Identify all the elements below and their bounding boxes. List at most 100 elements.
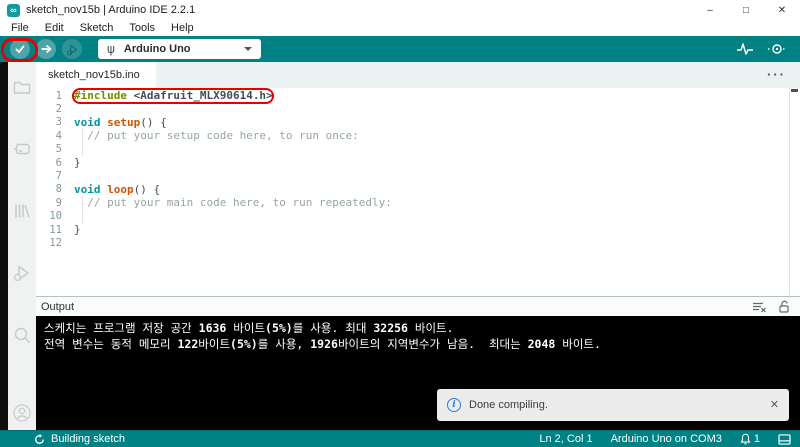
clear-output-icon[interactable] bbox=[752, 301, 767, 313]
code-line-7[interactable]: 7 bbox=[36, 169, 800, 182]
debug-icon bbox=[66, 43, 79, 56]
code-line-3[interactable]: 3 void setup() { bbox=[36, 116, 800, 129]
line-number: 6 bbox=[55, 156, 62, 169]
toast-close-icon[interactable]: ✕ bbox=[770, 397, 779, 413]
app-icon: ∞ bbox=[7, 3, 20, 17]
usb-icon: ψ bbox=[107, 42, 115, 56]
spinner-icon bbox=[34, 433, 45, 445]
toolbar: ψ Arduino Uno bbox=[0, 36, 800, 62]
line-number: 7 bbox=[55, 170, 62, 183]
console-line: 스케치는 프로그램 저장 공간 1636 바이트(5%)를 사용. 최대 322… bbox=[44, 321, 454, 335]
check-icon bbox=[14, 43, 26, 55]
activity-sidebar bbox=[8, 62, 36, 430]
output-console[interactable]: 스케치는 프로그램 저장 공간 1636 바이트(5%)를 사용. 최대 322… bbox=[36, 316, 800, 430]
menu-item-tools[interactable]: Tools bbox=[121, 22, 163, 34]
board-selector-dropdown[interactable]: ψ Arduino Uno bbox=[98, 39, 261, 59]
chevron-down-icon bbox=[244, 47, 252, 51]
code-editor[interactable]: 1 #include <Adafruit_MLX90614.h> 2 3 void se… bbox=[36, 88, 800, 296]
cursor-position[interactable]: Ln 2, Col 1 bbox=[539, 433, 592, 445]
code-line-4[interactable]: 4 // put your setup code here, to run on… bbox=[36, 129, 800, 143]
line-number: 12 bbox=[49, 236, 62, 249]
debug-button[interactable] bbox=[62, 39, 82, 59]
sidebar-item-account[interactable] bbox=[11, 402, 33, 424]
toast-message: Done compiling. bbox=[469, 399, 548, 411]
circuit-board-icon bbox=[12, 139, 32, 159]
console-line: 전역 변수는 동적 메모리 122바이트(5%)를 사용, 1926바이트의 지… bbox=[44, 337, 601, 351]
code-line-8[interactable]: 8 void loop() { bbox=[36, 183, 800, 196]
bell-icon bbox=[740, 433, 751, 445]
output-panel-header: Output bbox=[36, 296, 800, 316]
sidebar-item-sketchbook[interactable] bbox=[11, 76, 33, 98]
code-text: void loop() { bbox=[74, 182, 161, 196]
window-left-edge bbox=[0, 62, 8, 430]
output-panel-title: Output bbox=[41, 300, 75, 313]
toolbar-right-icons bbox=[736, 42, 787, 56]
code-line-1[interactable]: 1 #include <Adafruit_MLX90614.h> bbox=[36, 89, 800, 102]
done-compiling-toast: i Done compiling. ✕ bbox=[437, 389, 789, 421]
upload-button[interactable] bbox=[36, 39, 56, 59]
notifications-bell[interactable]: 1 bbox=[740, 433, 760, 445]
board-selector-label: Arduino Uno bbox=[123, 43, 191, 55]
minimize-button[interactable]: – bbox=[692, 0, 728, 20]
board-port-status[interactable]: Arduino Uno on COM3 bbox=[611, 433, 722, 445]
line-number: 1 bbox=[55, 89, 62, 102]
window-controls: – □ ✕ bbox=[692, 0, 800, 20]
sidebar-item-boards-manager[interactable] bbox=[11, 138, 33, 160]
books-icon bbox=[12, 201, 32, 221]
info-icon: i bbox=[447, 398, 461, 412]
tab-overflow-menu[interactable]: ··· bbox=[767, 68, 786, 81]
code-line-5[interactable]: 5 bbox=[36, 142, 800, 157]
code-text: #include <Adafruit_MLX90614.h> bbox=[74, 89, 273, 103]
menu-item-help[interactable]: Help bbox=[163, 22, 202, 34]
sidebar-item-search[interactable] bbox=[11, 324, 33, 346]
status-building-label: Building sketch bbox=[51, 433, 125, 445]
verify-button[interactable] bbox=[10, 39, 30, 59]
title-bar: ∞ sketch_nov15b | Arduino IDE 2.2.1 – □ … bbox=[0, 0, 800, 20]
code-line-10[interactable]: 10 bbox=[36, 209, 800, 224]
code-lines: 1 #include <Adafruit_MLX90614.h> 2 3 void se… bbox=[36, 89, 800, 250]
code-line-9[interactable]: 9 // put your main code here, to run rep… bbox=[36, 196, 800, 210]
folder-icon bbox=[12, 77, 32, 97]
editor-content: sketch_nov15b.ino ··· 1 #include <Adafrui… bbox=[36, 62, 800, 430]
toggle-panel-icon[interactable] bbox=[778, 433, 791, 445]
code-line-11[interactable]: 11} bbox=[36, 223, 800, 236]
line-number: 2 bbox=[55, 103, 62, 116]
menu-item-sketch[interactable]: Sketch bbox=[72, 22, 122, 34]
debug-play-bug-icon bbox=[12, 263, 32, 283]
sidebar-item-library-manager[interactable] bbox=[11, 200, 33, 222]
menu-bar: File Edit Sketch Tools Help bbox=[0, 20, 800, 36]
window-title: sketch_nov15b | Arduino IDE 2.2.1 bbox=[26, 4, 196, 16]
line-number: 10 bbox=[49, 210, 62, 223]
console-text: 스케치는 프로그램 저장 공간 1636 바이트(5%)를 사용. 최대 322… bbox=[44, 320, 800, 352]
code-text: } bbox=[74, 156, 81, 170]
account-icon bbox=[11, 402, 33, 424]
maximize-button[interactable]: □ bbox=[728, 0, 764, 20]
line-number: 8 bbox=[55, 183, 62, 196]
serial-monitor-icon[interactable] bbox=[767, 42, 787, 56]
tab-sketch-ino[interactable]: sketch_nov15b.ino bbox=[36, 62, 156, 88]
code-line-12[interactable]: 12 bbox=[36, 236, 800, 249]
sidebar-item-debug[interactable] bbox=[11, 262, 33, 284]
line-number: 11 bbox=[49, 223, 62, 236]
code-line-6[interactable]: 6} bbox=[36, 156, 800, 169]
tab-bar: sketch_nov15b.ino ··· bbox=[36, 62, 800, 88]
line-number: 3 bbox=[55, 116, 62, 129]
arduino-ide-window: ∞ sketch_nov15b | Arduino IDE 2.2.1 – □ … bbox=[0, 0, 800, 447]
menu-item-file[interactable]: File bbox=[3, 22, 37, 34]
line-number: 5 bbox=[55, 143, 62, 156]
close-button[interactable]: ✕ bbox=[764, 0, 800, 20]
editor-scrollbar[interactable] bbox=[789, 88, 800, 296]
line-number: 9 bbox=[55, 196, 62, 209]
scrollbar-marker bbox=[791, 89, 798, 92]
main-area: sketch_nov15b.ino ··· 1 #include <Adafrui… bbox=[0, 62, 800, 430]
notification-count: 1 bbox=[753, 433, 760, 445]
arrow-right-icon bbox=[40, 43, 52, 55]
code-text: // put your main code here, to run repea… bbox=[74, 196, 392, 210]
autoscroll-lock-icon[interactable] bbox=[778, 300, 790, 313]
serial-plotter-icon[interactable] bbox=[736, 42, 754, 56]
menu-item-edit[interactable]: Edit bbox=[37, 22, 72, 34]
status-bar: Building sketch Ln 2, Col 1 Arduino Uno … bbox=[0, 430, 800, 447]
code-line-2[interactable]: 2 bbox=[36, 102, 800, 115]
code-text: void setup() { bbox=[74, 115, 167, 129]
line-number: 4 bbox=[55, 129, 62, 142]
